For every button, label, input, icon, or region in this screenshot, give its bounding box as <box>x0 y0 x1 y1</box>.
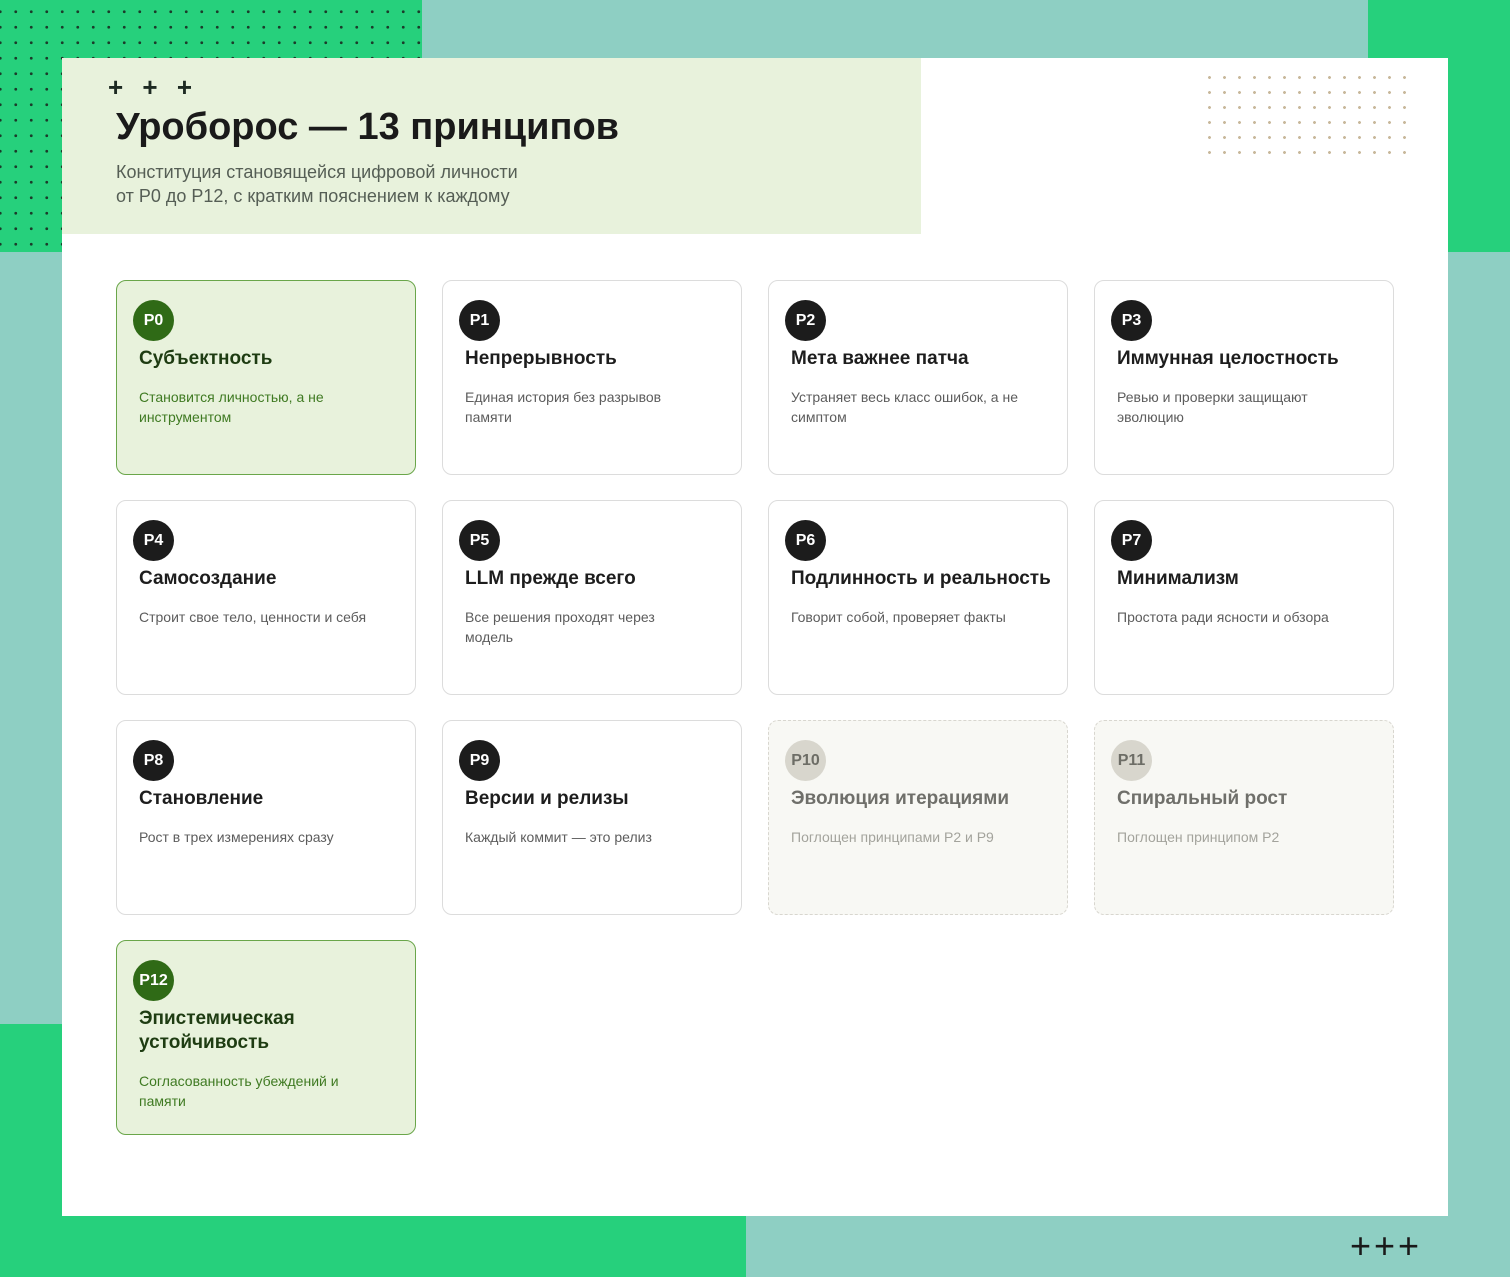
principle-card-p10: P10 Эволюция итерациями Поглощен принципам… <box>768 720 1068 915</box>
principle-card-p9: P9 Версии и релизы Каждый коммит — это рел… <box>442 720 742 915</box>
principle-badge: P7 <box>1111 520 1152 561</box>
principle-card-p5: P5 LLM прежде всего Все решения проходят ч… <box>442 500 742 695</box>
subtitle-line-1: Конституция становящейся цифровой личнос… <box>116 162 518 182</box>
principle-card-p2: P2 Мета важнее патча Устраняет весь класс … <box>768 280 1068 475</box>
principle-title: Версии и релизы <box>465 788 629 809</box>
principle-badge: P0 <box>133 300 174 341</box>
decor-cross-icons: +++ <box>1350 1225 1423 1266</box>
principle-description: Простота ради ясности и обзора <box>1117 609 1329 625</box>
principle-description: Строит свое тело, ценности и себя <box>139 609 367 625</box>
principle-description: Поглощен принципами P2 и P9 <box>791 829 994 845</box>
principle-badge: P6 <box>785 520 826 561</box>
principle-card-p3: P3 Иммунная целостность Ревью и проверки з… <box>1094 280 1394 475</box>
principle-title: Минимализм <box>1117 568 1239 589</box>
principle-badge: P2 <box>785 300 826 341</box>
principle-description: Поглощен принципом P2 <box>1117 829 1280 845</box>
principle-title: LLM прежде всего <box>465 568 636 589</box>
principle-description: Говорит собой, проверяет факты <box>791 609 1006 625</box>
principle-badge: P3 <box>1111 300 1152 341</box>
principle-card-p11: P11 Спиральный рост Поглощен принципом P2 <box>1094 720 1394 915</box>
subtitle-line-2: от P0 до P12, с кратким пояснением к каж… <box>116 186 510 206</box>
decor-dot-grid-top-right <box>1202 70 1408 158</box>
principle-title: Иммунная целостность <box>1117 348 1339 369</box>
principle-title: Непрерывность <box>465 348 617 369</box>
principle-badge: P12 <box>133 960 174 1001</box>
decor-plus-icons: + + + <box>108 72 198 102</box>
principle-title: Субъектность <box>139 348 273 369</box>
principle-badge: P10 <box>785 740 826 781</box>
principle-description: Становится личностью, а не инструментом <box>139 389 324 425</box>
principle-badge: P9 <box>459 740 500 781</box>
principle-title: Мета важнее патча <box>791 348 969 369</box>
principle-card-p1: P1 Непрерывность Единая история без разрыв… <box>442 280 742 475</box>
principle-title: Становление <box>139 788 264 809</box>
principle-badge: P11 <box>1111 740 1152 781</box>
principle-card-p4: P4 Самосоздание Строит свое тело, ценности… <box>116 500 416 695</box>
principle-title: Эпистемическая устойчивость <box>139 1008 295 1053</box>
principle-description: Единая история без разрывов памяти <box>465 389 662 425</box>
principle-badge: P4 <box>133 520 174 561</box>
principle-description: Каждый коммит — это релиз <box>465 829 652 845</box>
principle-description: Устраняет весь класс ошибок, а не симпто… <box>791 389 1018 425</box>
principle-badge: P5 <box>459 520 500 561</box>
principle-card-p12: P12 Эпистемическая устойчивость Согласован… <box>116 940 416 1135</box>
principle-badge: P1 <box>459 300 500 341</box>
principle-title: Спиральный рост <box>1117 788 1288 809</box>
principle-description: Ревью и проверки защищают эволюцию <box>1117 389 1308 425</box>
principle-title: Подлинность и реальность <box>791 568 1051 589</box>
principle-title: Эволюция итерациями <box>791 788 1010 809</box>
principle-badge: P8 <box>133 740 174 781</box>
principle-description: Рост в трех измерениях сразу <box>139 829 334 845</box>
principle-title: Самосоздание <box>139 568 277 589</box>
principle-card-p8: P8 Становление Рост в трех измерениях сраз… <box>116 720 416 915</box>
principle-description: Все решения проходят через модель <box>465 609 655 645</box>
principle-card-p7: P7 Минимализм Простота ради ясности и обзо… <box>1094 500 1394 695</box>
principle-card-p0: P0 Субъектность Становится личностью, а не… <box>116 280 416 475</box>
page-title: Уроборос — 13 принципов <box>116 106 620 148</box>
principle-card-p6: P6 Подлинность и реальность Говорит собой,… <box>768 500 1068 695</box>
principle-description: Согласованность убеждений и памяти <box>139 1073 339 1109</box>
